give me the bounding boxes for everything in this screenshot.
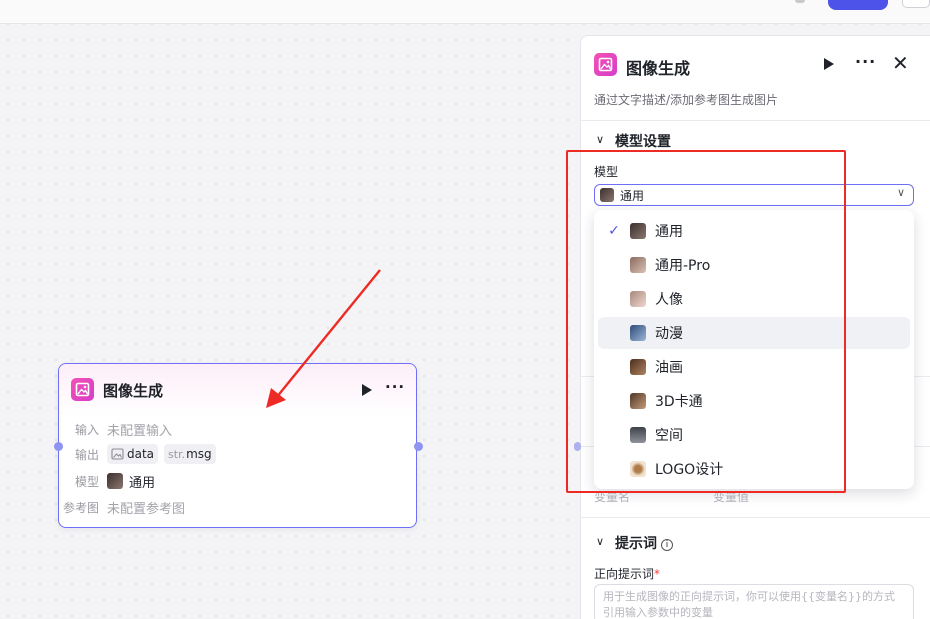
image-generate-icon	[594, 53, 617, 76]
positive-prompt-input[interactable]: 用于生成图像的正向提示词，你可以使用{{变量名}}的方式 引用输入参数中的变量	[594, 584, 914, 619]
divider	[581, 120, 930, 121]
divider	[581, 517, 930, 518]
required-mark: *	[654, 567, 661, 581]
chevron-down-icon[interactable]: ∨	[596, 535, 604, 548]
panel-title: 图像生成	[626, 59, 691, 78]
positive-prompt-label: 正向提示词*	[594, 565, 660, 582]
prompt-section-title[interactable]: 提示词 i	[615, 533, 673, 553]
prompt-title-text: 提示词	[615, 536, 657, 552]
model-settings-title[interactable]: 模型设置	[615, 131, 671, 151]
run-icon[interactable]	[824, 58, 834, 70]
close-icon[interactable]: ✕	[892, 51, 909, 75]
info-icon[interactable]: i	[661, 539, 673, 551]
chevron-down-icon[interactable]: ∨	[596, 133, 604, 146]
placeholder-line: 用于生成图像的正向提示词，你可以使用{{变量名}}的方式	[603, 590, 895, 603]
panel-description: 通过文字描述/添加参考图生成图片	[594, 93, 779, 107]
chevron-down-icon: ∨	[896, 186, 905, 199]
annotation-highlight-box	[566, 150, 846, 493]
more-icon[interactable]: ···	[855, 52, 876, 71]
placeholder-line: 引用输入参数中的变量	[603, 606, 713, 619]
positive-prompt-text: 正向提示词	[594, 567, 655, 581]
